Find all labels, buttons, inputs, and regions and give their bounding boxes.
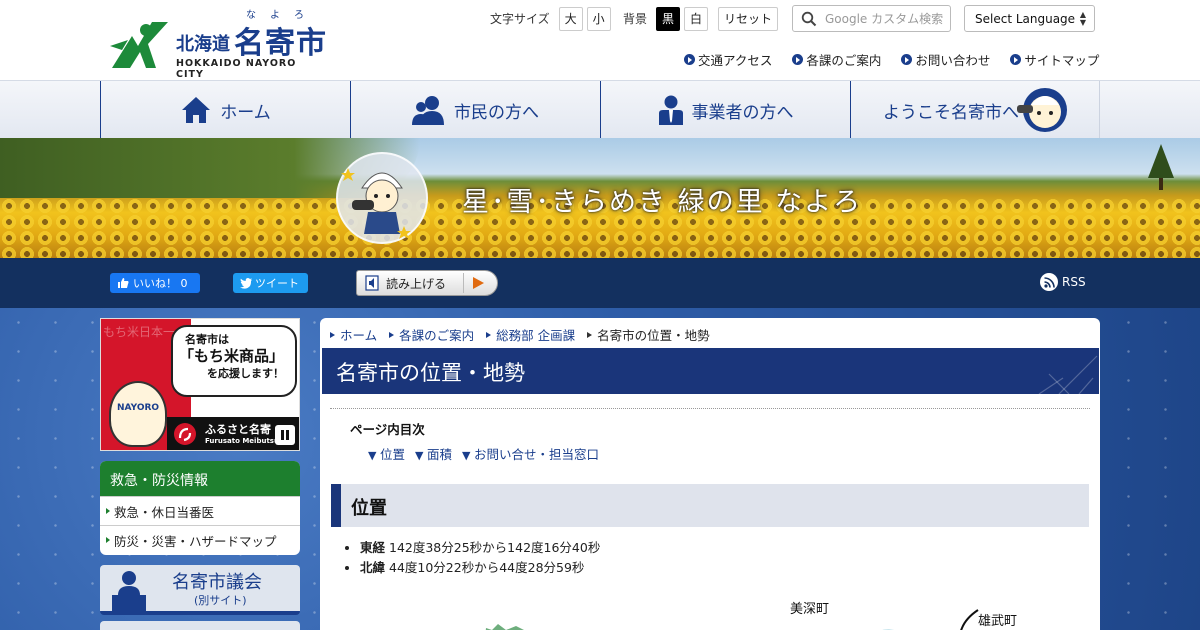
breadcrumb-home[interactable]: ホーム [330,325,377,344]
toc-title: ページ内目次 [350,422,425,437]
search-icon [801,11,817,26]
font-size-tools: 文字サイズ 大 小 [490,6,611,31]
font-large-button[interactable]: 大 [558,6,583,31]
reset-button[interactable]: リセット [718,6,779,31]
toc-link-location[interactable]: 位置 [368,444,405,463]
location-map: 美深町 雄武町 [470,588,1090,630]
nav-item-welcome[interactable]: ようこそ名寄市へ [850,81,1100,139]
background-label: 背景 [623,12,648,26]
read-aloud-button[interactable]: 読み上げる [356,270,498,296]
brand-swirl-icon [174,423,196,445]
section-heading-location: 位置 [331,484,1089,527]
rss-link[interactable]: RSS [1040,273,1086,291]
breadcrumb-planning-division[interactable]: 総務部 企画課 [486,325,575,344]
speaker-icon [365,275,379,291]
disaster-info-box: 救急・防災情報 救急・休日当番医 防災・災害・ハザードマップ [100,461,300,555]
banner-title: 星･雪･きらめき 緑の里 なよろ [462,187,863,218]
bird-icon [240,277,252,289]
language-select[interactable]: Select Language ▲ ▼ [964,5,1095,32]
tweet-button[interactable]: ツイート [233,273,308,293]
background-white-button[interactable]: 白 [684,6,709,31]
mascot-icon [1017,88,1067,132]
city-emblem-icon [110,22,168,68]
snow-crystal-decoration-icon [1038,355,1098,394]
hero-banner: 星･雪･きらめき 緑の里 なよろ [0,138,1200,258]
pause-button[interactable] [275,425,295,445]
sidebar-next-banner[interactable] [100,621,300,630]
arrow-circle-icon [1010,54,1022,65]
arrow-circle-icon [901,54,913,65]
page-toc: ページ内目次 位置 面積 お問い合せ・担当窓口 [330,408,1090,463]
map-label-oumu: 雄武町 [978,614,1018,629]
rss-icon [1040,273,1058,291]
page-title-bar: 名寄市の位置・地勢 [322,348,1099,394]
tree-icon [1148,144,1174,190]
toc-link-contact[interactable]: お問い合せ・担当窓口 [462,444,599,463]
sublink-contact[interactable]: お問い合わせ [901,50,990,69]
business-icon [658,95,683,125]
background-black-button[interactable]: 黒 [656,6,681,31]
arrow-circle-icon [684,54,695,65]
list-item: 東経 142度38分25秒から142度16分40秒 [360,538,600,558]
sublink-departments[interactable]: 各課のご案内 [792,50,881,69]
header-sublinks: 交通アクセス 各課のご案内 お問い合わせ サイトマップ [684,50,1099,69]
main-content: ホーム 各課のご案内 総務部 企画課 名寄市の位置・地勢 名寄市の位置・地勢 ペ… [320,318,1100,630]
disaster-info-title: 救急・防災情報 [100,461,300,496]
sublink-sitemap[interactable]: サイトマップ [1010,50,1099,69]
site-logo[interactable]: なよろ 北海道 名寄市 HOKKAIDO NAYORO CITY [108,10,328,80]
toc-links: 位置 面積 お問い合せ・担当窓口 [350,444,1090,463]
page-title: 名寄市の位置・地勢 [336,361,525,385]
coordinate-list: 東経 142度38分25秒から142度16分40秒 北緯 44度10分22秒から… [360,538,600,578]
promo-speech-bubble: 名寄市は 「もち米商品」 を応援します！ [171,325,297,397]
map-label-bifuka: 美深町 [790,602,830,617]
breadcrumb-current: 名寄市の位置・地勢 [587,325,710,344]
logo-city-name: 名寄市 [234,26,327,61]
home-icon [182,97,211,123]
select-arrows-icon: ▲ ▼ [1079,10,1086,27]
mascot-telescope-icon [341,168,411,239]
site-header: なよろ 北海道 名寄市 HOKKAIDO NAYORO CITY 文字サイズ 大… [0,0,1200,80]
mochi-rice-promo-banner[interactable]: もち米日本一 名寄市は 「もち米商品」 を応援します！ NAYORO ふるさと名… [100,318,300,451]
sublink-access[interactable]: 交通アクセス [684,50,772,69]
city-council-link[interactable]: 名寄市議会 (別サイト) [100,565,300,615]
banner-mascot-badge [336,152,428,244]
language-label: Select Language [975,11,1076,26]
breadcrumb: ホーム 各課のご案内 総務部 企画課 名寄市の位置・地勢 [330,325,722,344]
facebook-like-button[interactable]: いいね！ 0 [110,273,200,293]
logo-prefecture: 北海道 [176,34,230,55]
nav-item-citizens[interactable]: 市民の方へ [350,81,600,139]
breadcrumb-departments[interactable]: 各課のご案内 [389,325,474,344]
promo-mascot: NAYORO [109,381,167,447]
search-input[interactable]: Google カスタム検索 [792,5,951,32]
podium-speaker-icon [112,571,146,611]
citizen-icon [412,96,444,125]
toc-link-area[interactable]: 面積 [415,444,452,463]
play-icon [463,273,493,293]
logo-english-name: HOKKAIDO NAYORO CITY [176,58,297,80]
nav-item-business[interactable]: 事業者の方へ [600,81,850,139]
thumbs-up-icon [118,278,129,288]
font-small-button[interactable]: 小 [586,6,611,31]
nav-item-home[interactable]: ホーム [100,81,350,139]
disaster-link-emergency-clinic[interactable]: 救急・休日当番医 [100,496,300,525]
global-nav: ホーム 市民の方へ 事業者の方へ ようこそ名寄市へ [0,80,1200,139]
background-tools: 背景 黒 白 リセット [623,6,779,31]
search-placeholder: Google カスタム検索 [825,12,944,26]
promo-brand-footer: ふるさと名寄 Furusato Meibutsu [167,417,299,450]
share-bar: いいね！ 0 ツイート 読み上げる RSS [0,258,1200,308]
arrow-circle-icon [792,54,804,65]
font-size-label: 文字サイズ [490,12,550,26]
disaster-link-hazard-map[interactable]: 防災・災害・ハザードマップ [100,525,300,554]
list-item: 北緯 44度10分22秒から44度28分59秒 [360,558,600,578]
